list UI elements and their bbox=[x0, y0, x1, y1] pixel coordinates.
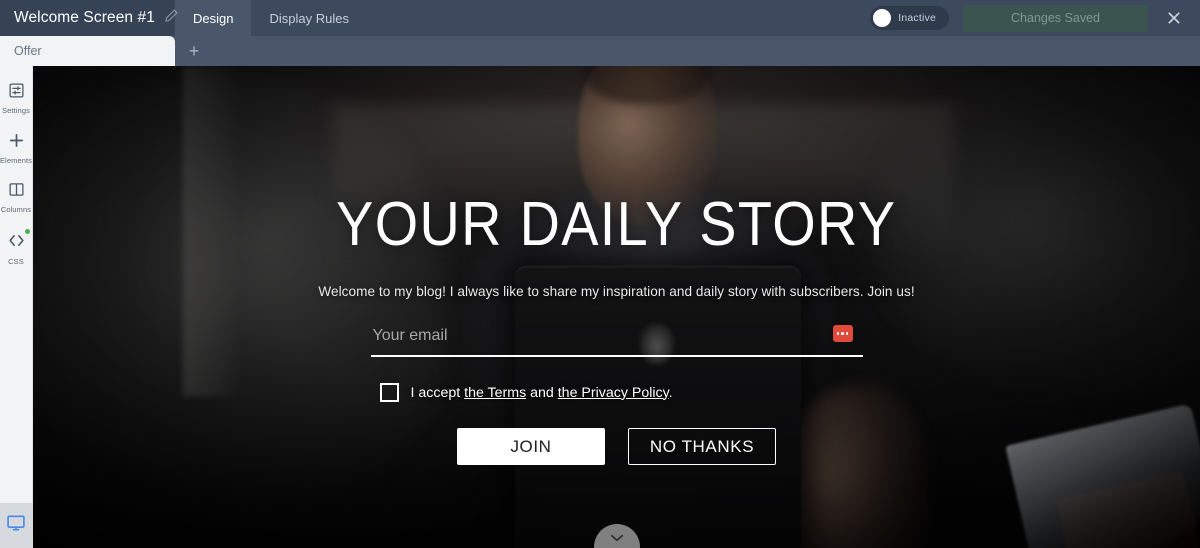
left-toolbar: Settings Elements Columns CSS bbox=[0, 66, 33, 548]
active-state-toggle[interactable]: Inactive bbox=[870, 6, 949, 30]
consent-label: I accept the Terms and the Privacy Polic… bbox=[411, 385, 673, 401]
email-input[interactable] bbox=[372, 325, 861, 347]
popup-subheadline[interactable]: Welcome to my blog! I always like to sha… bbox=[318, 284, 914, 299]
sidebar-item-css-label: CSS bbox=[8, 256, 24, 266]
more-options-icon[interactable] bbox=[832, 325, 853, 342]
consent-prefix: I accept bbox=[410, 384, 465, 401]
sidebar-item-elements-label: Elements bbox=[0, 155, 33, 165]
tab-design[interactable]: Design bbox=[175, 0, 252, 36]
pencil-icon[interactable] bbox=[164, 8, 179, 28]
device-preview-desktop-button[interactable] bbox=[0, 503, 33, 548]
code-icon bbox=[7, 228, 30, 255]
toggle-knob bbox=[873, 9, 892, 27]
sidebar-item-elements[interactable]: Elements bbox=[0, 126, 33, 169]
page-title: Welcome Screen #1 bbox=[14, 9, 155, 26]
tab-offer-label: Offer bbox=[14, 44, 42, 58]
header-actions: Inactive Changes Saved bbox=[870, 0, 1200, 36]
no-thanks-button[interactable]: NO THANKS bbox=[628, 428, 776, 465]
consent-suffix: . bbox=[668, 384, 673, 401]
consent-row: I accept the Terms and the Privacy Polic… bbox=[371, 383, 863, 402]
terms-link[interactable]: the Terms bbox=[464, 385, 526, 401]
email-field-row bbox=[370, 321, 863, 357]
columns-icon bbox=[8, 181, 25, 203]
popup-builder-app: Welcome Screen #1 Design Display Rules I… bbox=[0, 0, 1200, 548]
editor-body: Settings Elements Columns CSS YOUR DAILY… bbox=[0, 66, 1200, 548]
dot bbox=[841, 332, 844, 335]
header-tabs: Design Display Rules bbox=[175, 0, 367, 36]
settings-sliders-icon bbox=[8, 82, 25, 104]
tab-display-rules-label: Display Rules bbox=[269, 10, 349, 26]
toggle-label: Inactive bbox=[898, 12, 936, 24]
add-step-button[interactable]: + bbox=[175, 36, 213, 66]
save-button[interactable]: Changes Saved bbox=[963, 4, 1148, 32]
privacy-policy-link[interactable]: the Privacy Policy bbox=[558, 385, 669, 401]
consent-checkbox[interactable] bbox=[379, 383, 399, 402]
chevron-down-icon bbox=[610, 534, 623, 542]
sidebar-item-settings-label: Settings bbox=[2, 106, 30, 115]
css-active-badge bbox=[24, 228, 30, 234]
desktop-monitor-icon bbox=[6, 513, 26, 538]
sidebar-item-settings[interactable]: Settings bbox=[0, 76, 33, 119]
join-button[interactable]: JOIN bbox=[457, 428, 605, 465]
popup-headline[interactable]: YOUR DAILY STORY bbox=[336, 194, 896, 256]
close-icon[interactable] bbox=[1162, 6, 1186, 30]
signup-form: I accept the Terms and the Privacy Polic… bbox=[370, 321, 863, 465]
plus-icon bbox=[8, 132, 25, 154]
top-header-bar: Welcome Screen #1 Design Display Rules I… bbox=[0, 0, 1200, 36]
form-buttons: JOIN NO THANKS bbox=[371, 428, 863, 465]
popup-content: YOUR DAILY STORY Welcome to my blog! I a… bbox=[33, 66, 1200, 548]
screen-title-block: Welcome Screen #1 bbox=[0, 0, 178, 36]
plus-icon: + bbox=[188, 41, 200, 61]
sidebar-item-columns-label: Columns bbox=[0, 205, 32, 214]
tab-display-rules[interactable]: Display Rules bbox=[251, 0, 366, 36]
sidebar-item-columns[interactable]: Columns bbox=[0, 175, 33, 218]
popup-step-tabbar: Offer + bbox=[0, 36, 1200, 66]
dot bbox=[845, 332, 849, 335]
dot bbox=[836, 332, 840, 335]
sidebar-item-css[interactable]: CSS bbox=[0, 225, 33, 270]
popup-preview-canvas: YOUR DAILY STORY Welcome to my blog! I a… bbox=[33, 66, 1200, 548]
tab-offer[interactable]: Offer bbox=[0, 36, 175, 66]
tab-design-label: Design bbox=[193, 10, 234, 26]
consent-middle: and bbox=[526, 384, 558, 401]
